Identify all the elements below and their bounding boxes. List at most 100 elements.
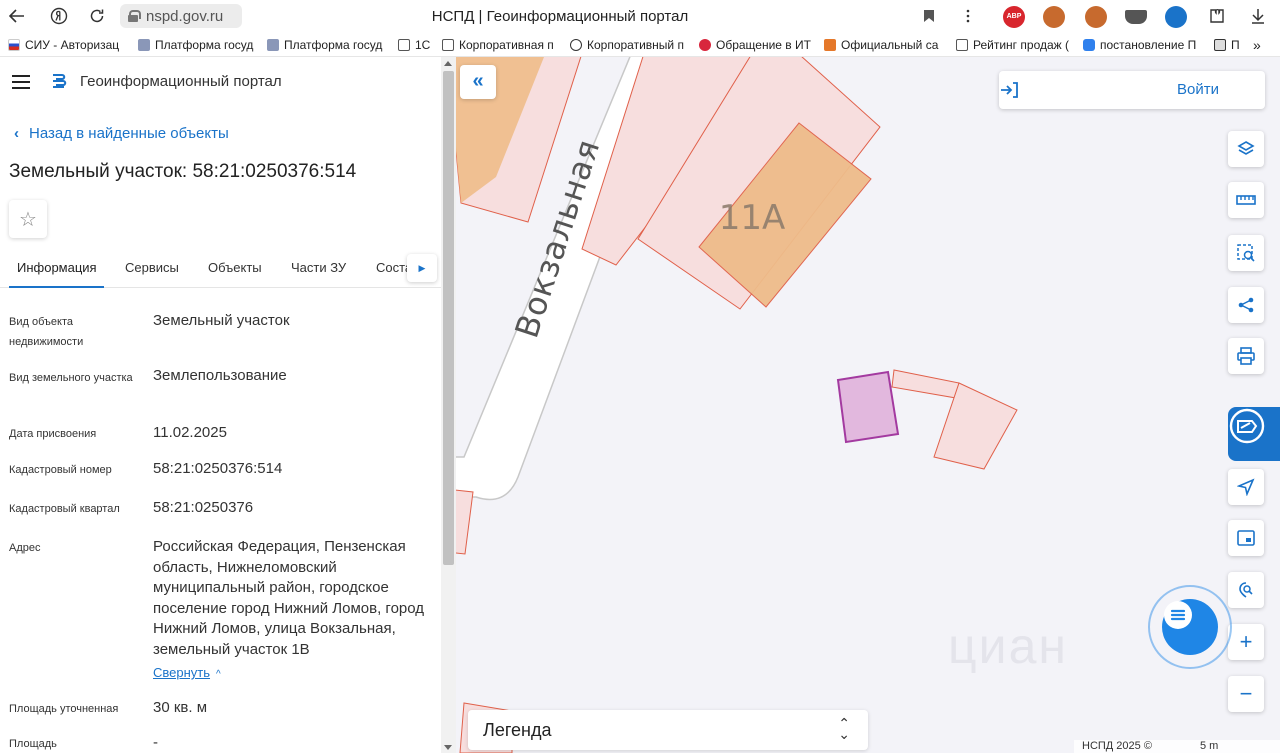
bookmark-item[interactable]: постановление П <box>1083 33 1200 56</box>
chevron-left-icon: ‹ <box>14 125 19 142</box>
property-label: Кадастровый номер <box>9 464 112 476</box>
navigation-arrow-icon <box>1237 478 1255 496</box>
plus-icon: + <box>1239 629 1253 654</box>
bookmark-item[interactable]: Корпоративный п <box>570 33 687 56</box>
back-arrow-icon[interactable] <box>4 4 30 28</box>
globe-icon <box>570 39 582 51</box>
tab-services[interactable]: Сервисы <box>125 260 179 275</box>
scrollbar-thumb[interactable] <box>443 71 454 565</box>
extensions-icon[interactable] <box>1204 4 1230 28</box>
tabs-bar: Информация Сервисы Объекты Части ЗУ Сост… <box>0 252 441 288</box>
bookmark-item[interactable]: П <box>1214 33 1242 56</box>
property-value: - <box>153 734 158 751</box>
legend-panel[interactable]: Легенда ⌃ ⌄ <box>468 710 868 750</box>
property-value: Земельный участок <box>153 312 290 329</box>
tabs-scroll-right-icon[interactable]: ▶ <box>407 254 437 282</box>
chat-button[interactable] <box>1162 599 1218 655</box>
property-value: 58:21:0250376:514 <box>153 460 283 477</box>
bookmark-item[interactable]: Обращение в ИТ <box>699 33 814 56</box>
map-scale-label: 5 m <box>1199 740 1219 752</box>
scroll-up-icon[interactable] <box>444 61 452 66</box>
expand-collapse-icon[interactable]: ⌃ ⌄ <box>838 716 850 741</box>
picture-in-picture-icon <box>1237 530 1255 546</box>
collapse-link[interactable]: Свернуть ^ <box>153 665 221 680</box>
login-icon <box>1001 82 1018 98</box>
printer-icon <box>1237 347 1255 365</box>
bookmark-item[interactable]: Корпоративная п <box>442 33 558 56</box>
portal-name: Геоинформационный портал <box>80 73 282 90</box>
extension-icon[interactable] <box>1085 6 1107 28</box>
extension-icon[interactable] <box>1165 6 1187 28</box>
bookmark-logo-icon <box>824 39 836 51</box>
yandex-icon[interactable] <box>46 4 72 28</box>
url-text: nspd.gov.ru <box>146 7 224 25</box>
property-label: Кадастровый квартал <box>9 503 120 515</box>
zoom-out-button[interactable]: − <box>1228 676 1264 712</box>
more-bookmarks-button[interactable]: » <box>1253 33 1273 56</box>
bookmark-item[interactable]: Платформа госуд <box>138 33 256 56</box>
map-attribution: НСПД 2025 © 5 m <box>1074 740 1280 753</box>
feedback-button[interactable] <box>1228 407 1280 461</box>
building-number-label: 11А <box>719 198 786 238</box>
active-tab-indicator <box>9 286 104 288</box>
area-select-button[interactable] <box>1228 235 1264 271</box>
ruler-icon <box>1236 195 1256 205</box>
bookmark-item[interactable]: 1С <box>398 33 432 56</box>
page-title: Земельный участок: 58:21:0250376:514 <box>9 161 357 182</box>
bookmark-item[interactable]: Платформа госуд <box>267 33 385 56</box>
reload-icon[interactable] <box>84 4 110 28</box>
page-icon <box>398 39 410 51</box>
address-value: Российская Федерация, Пензенская область… <box>153 538 425 658</box>
login-button[interactable]: Войти <box>999 71 1265 109</box>
tab-objects[interactable]: Объекты <box>208 260 262 275</box>
zoom-in-button[interactable]: + <box>1228 624 1264 660</box>
property-value: 58:21:0250376 <box>153 499 254 516</box>
lock-icon <box>128 10 141 22</box>
scroll-down-icon[interactable] <box>444 745 452 750</box>
property-value: 11.02.2025 <box>153 424 227 441</box>
download-icon[interactable] <box>1245 4 1271 28</box>
geolocation-button[interactable] <box>1228 469 1264 505</box>
pocket-icon[interactable] <box>1125 10 1147 24</box>
tab-information[interactable]: Информация <box>17 260 97 275</box>
flag-icon <box>8 39 20 51</box>
property-label: Вид земельного участка <box>9 372 133 384</box>
location-search-icon <box>1239 582 1253 598</box>
layers-icon <box>1237 141 1255 155</box>
measure-button[interactable] <box>1228 182 1264 218</box>
property-label: Площадь уточненная <box>9 703 119 715</box>
menu-icon[interactable] <box>12 75 30 89</box>
panel-scrollbar[interactable] <box>441 57 456 753</box>
chevron-up-icon: ^ <box>216 669 221 680</box>
property-label: Вид объекта недвижимости <box>9 316 84 348</box>
bookmark-icon[interactable] <box>916 4 942 28</box>
layers-button[interactable] <box>1228 131 1264 167</box>
map-view[interactable]: Вокзальная 11А циан « Войти + − Легенда <box>456 57 1280 753</box>
bookmark-item[interactable]: СИУ - Авторизац <box>8 33 126 56</box>
menu-dots-icon[interactable] <box>955 4 981 28</box>
favorite-star-icon[interactable]: ☆ <box>9 200 47 238</box>
feedback-icon <box>1229 408 1265 444</box>
property-value: 30 кв. м <box>153 699 208 716</box>
portal-logo-icon <box>50 73 68 91</box>
select-area-icon <box>1237 244 1255 262</box>
calculator-icon <box>1214 39 1226 51</box>
property-label: Адрес <box>9 542 41 554</box>
bookmark-logo-icon <box>699 39 711 51</box>
bookmark-item[interactable]: Официальный са <box>824 33 942 56</box>
adblock-icon[interactable]: ABP <box>1003 6 1025 28</box>
collapse-panel-button[interactable]: « <box>460 65 496 99</box>
page-icon <box>956 39 968 51</box>
browser-toolbar: nspd.gov.ru НСПД | Геоинформационный пор… <box>0 0 1280 33</box>
page-icon <box>442 39 454 51</box>
bookmark-item[interactable]: Рейтинг продаж ( <box>956 33 1071 56</box>
tab-parts[interactable]: Части ЗУ <box>291 260 346 275</box>
extension-icon[interactable] <box>1043 6 1065 28</box>
share-button[interactable] <box>1228 287 1264 323</box>
address-bar[interactable]: nspd.gov.ru <box>120 4 242 28</box>
search-location-button[interactable] <box>1228 572 1264 608</box>
minimap-button[interactable] <box>1228 520 1264 556</box>
print-button[interactable] <box>1228 338 1264 374</box>
back-link[interactable]: ‹ Назад в найденные объекты <box>14 125 229 142</box>
property-label: Дата присвоения <box>9 428 97 440</box>
